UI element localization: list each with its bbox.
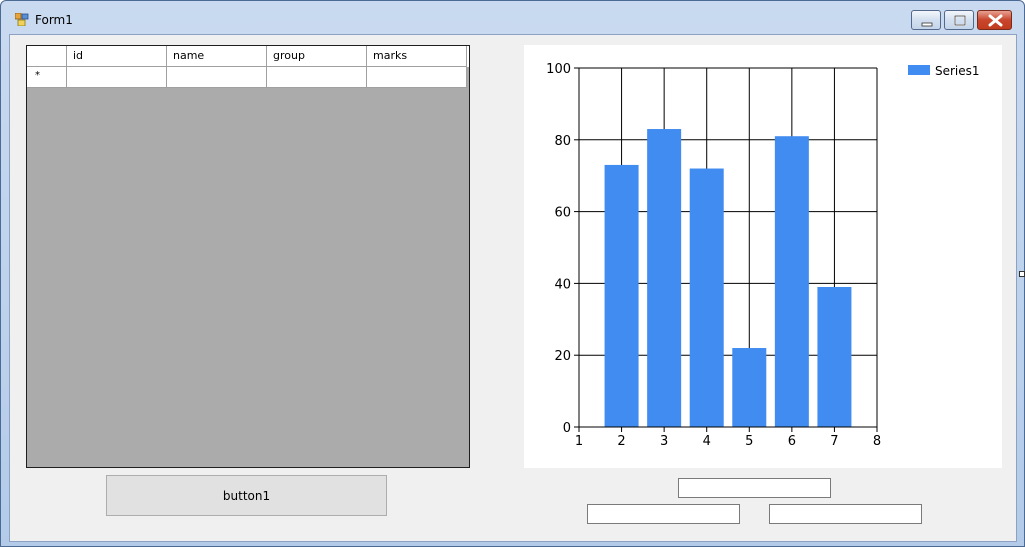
new-row-cell-id[interactable] xyxy=(67,67,167,88)
form-client-area: id name group marks * 1 2 3 4 5 6 7 8 0 20 40 60 80 1… xyxy=(9,34,1017,542)
bar-3 xyxy=(647,129,682,427)
minimize-icon xyxy=(921,22,933,27)
close-button[interactable] xyxy=(977,10,1012,30)
data-grid-view[interactable]: id name group marks * xyxy=(26,45,470,468)
app-icon xyxy=(15,13,29,26)
x-tick-label: 3 xyxy=(660,434,668,449)
textbox-1[interactable] xyxy=(678,478,831,498)
new-row-cell-group[interactable] xyxy=(267,67,367,88)
x-tick-label: 6 xyxy=(788,434,796,449)
new-row-marker[interactable]: * xyxy=(27,67,67,88)
legend-swatch xyxy=(908,65,930,75)
bar-7 xyxy=(817,286,852,427)
maximize-button[interactable] xyxy=(944,10,974,30)
textbox-3[interactable] xyxy=(769,504,922,524)
y-tick-label: 20 xyxy=(554,349,571,364)
x-tick-label: 5 xyxy=(745,434,753,449)
legend-label: Series1 xyxy=(935,64,980,78)
x-tick-label: 8 xyxy=(873,434,881,449)
y-tick-label: 0 xyxy=(563,421,571,436)
restore-icon xyxy=(954,15,966,26)
column-header-group[interactable]: group xyxy=(267,46,367,67)
grid-corner-cell[interactable] xyxy=(27,46,67,67)
new-row-cell-marks[interactable] xyxy=(367,67,467,88)
bar-5 xyxy=(732,348,767,427)
x-tick-label: 1 xyxy=(575,434,583,449)
title-bar[interactable]: Form1 xyxy=(1,1,1024,35)
x-tick-label: 4 xyxy=(703,434,711,449)
y-tick-label: 40 xyxy=(554,277,571,292)
form1-window: Form1 id name group marks * 1 2 3 4 5 6 … xyxy=(0,0,1025,547)
button1[interactable]: button1 xyxy=(106,475,387,516)
column-header-id[interactable]: id xyxy=(67,46,167,67)
new-row-cell-name[interactable] xyxy=(167,67,267,88)
textbox-2[interactable] xyxy=(587,504,740,524)
close-icon xyxy=(988,14,1003,27)
x-tick-label: 7 xyxy=(830,434,838,449)
y-tick-label: 100 xyxy=(546,62,571,77)
bar-6 xyxy=(774,136,809,427)
y-tick-label: 60 xyxy=(554,206,571,221)
window-title: Form1 xyxy=(35,13,73,27)
x-tick-label: 2 xyxy=(617,434,625,449)
grid-header-row: id name group marks xyxy=(27,46,469,67)
column-header-name[interactable]: name xyxy=(167,46,267,67)
column-header-marks[interactable]: marks xyxy=(367,46,467,67)
bar-2 xyxy=(604,164,639,427)
grid-new-row: * xyxy=(27,67,469,88)
y-tick-label: 80 xyxy=(554,134,571,149)
bar-4 xyxy=(689,168,724,427)
chart: 1 2 3 4 5 6 7 8 0 20 40 60 80 100 Series1 xyxy=(524,45,1002,468)
minimize-button[interactable] xyxy=(911,10,941,30)
bar-chart-svg: 1 2 3 4 5 6 7 8020406080100 Series1 xyxy=(546,62,980,449)
resize-handle[interactable] xyxy=(1019,271,1025,277)
